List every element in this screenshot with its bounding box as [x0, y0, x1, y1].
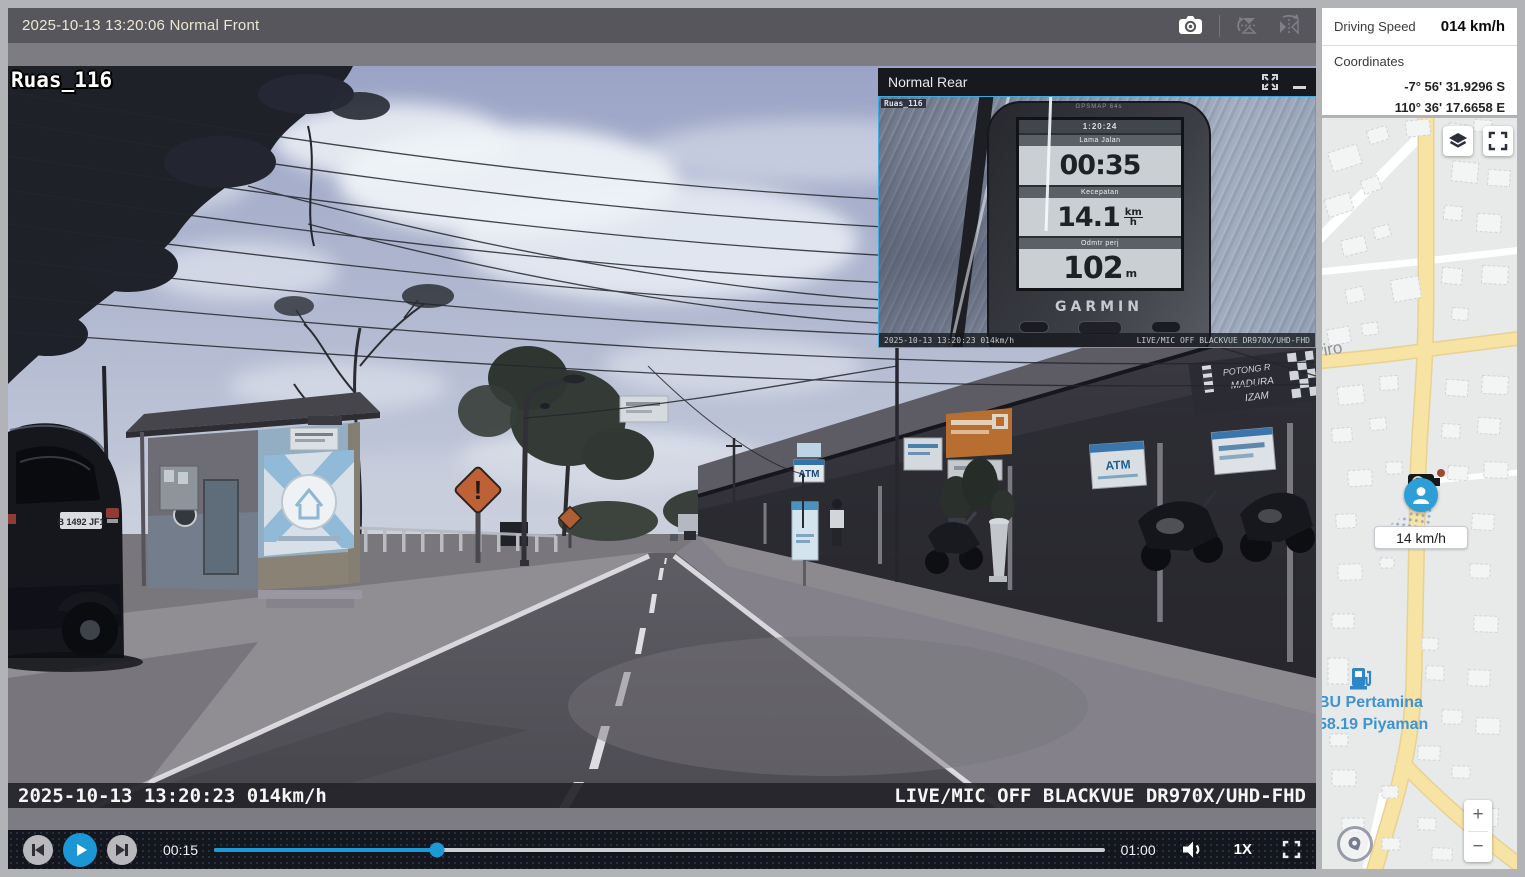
play-button[interactable]	[63, 833, 97, 867]
rear-pip-title: Normal Rear	[888, 74, 967, 90]
pip-minimize-button[interactable]	[1293, 86, 1306, 89]
layers-icon	[1447, 130, 1469, 152]
map-speed-badge: 14 km/h	[1374, 526, 1468, 549]
garmin-speed-value: 14.1	[1057, 202, 1120, 233]
rear-stamp-left: 2025-10-13 13:20:23 014km/h	[884, 336, 1014, 345]
rear-pip-window: Normal Rear	[878, 68, 1316, 348]
longitude-value: 110° 36' 17.6658 E	[1334, 97, 1505, 118]
garmin-odometer-label: Odmtr perj	[1019, 238, 1181, 249]
player-pane: 2025-10-13 13:20:06 Normal Front	[8, 8, 1316, 869]
progress-bar[interactable]	[214, 848, 1105, 852]
rear-road-label: Ruas_116	[881, 99, 926, 108]
garmin-brand-label: GARMIN	[989, 299, 1209, 315]
location-pin-icon	[1344, 833, 1365, 854]
driving-speed-label: Driving Speed	[1334, 19, 1416, 34]
garmin-screen: 1:20:24 Lama Jalan 00:35 Kecepatan 14.1	[1016, 117, 1184, 291]
warning-sign-text: !	[474, 475, 483, 505]
map-view[interactable]: viro	[1322, 118, 1517, 869]
garmin-trip-time-value: 00:35	[1060, 150, 1141, 181]
map-fullscreen-icon	[1487, 130, 1509, 152]
map-fullscreen-button[interactable]	[1483, 126, 1513, 156]
play-icon	[70, 840, 90, 860]
camera-icon	[1177, 14, 1204, 37]
pip-expand-button[interactable]	[1261, 73, 1279, 91]
flip-horizontal-icon	[1276, 13, 1302, 38]
toolbar-divider	[1219, 15, 1220, 37]
garmin-odometer-value: 102	[1063, 251, 1123, 286]
garmin-trip-time-label: Lama Jalan	[1019, 135, 1181, 146]
next-frame-icon	[113, 841, 131, 859]
garmin-status-time: 1:20:24	[1019, 120, 1181, 133]
latitude-value: -7° 56' 31.9296 S	[1334, 76, 1505, 97]
previous-frame-button[interactable]	[23, 835, 53, 865]
front-video[interactable]: ATM ATM	[8, 66, 1316, 808]
atm-sign-text-1: ATM	[799, 469, 820, 480]
driving-speed-value: 014 km/h	[1441, 18, 1505, 35]
volume-icon	[1182, 840, 1204, 859]
map-recenter-button[interactable]	[1337, 826, 1373, 862]
progress-thumb[interactable]	[429, 842, 444, 857]
poi-name-line1: BU Pertamina	[1322, 692, 1472, 714]
front-road-label: Ruas_116	[11, 68, 112, 92]
volume-button[interactable]	[1182, 840, 1204, 859]
video-title-bar: 2025-10-13 13:20:06 Normal Front	[8, 8, 1316, 43]
previous-frame-icon	[29, 841, 47, 859]
garmin-device: GPSMAP 64s 1:20:24 Lama Jalan 00:35 Kece…	[987, 101, 1211, 348]
flip-vertical-icon	[1235, 13, 1261, 38]
coordinates-label: Coordinates	[1334, 54, 1505, 69]
blackvue-viewer-window: 2025-10-13 13:20:06 Normal Front	[0, 0, 1525, 877]
fuel-station-icon	[1348, 664, 1376, 692]
map-poi-pertamina: BU Pertamina 58.19 Piyaman	[1322, 664, 1472, 736]
license-plate-text: B 1492 JF1	[57, 517, 104, 527]
flip-horizontal-button-disabled[interactable]	[1276, 13, 1302, 38]
zoom-out-button[interactable]: −	[1464, 832, 1492, 863]
rear-video-stamp: 2025-10-13 13:20:23 014km/h LIVE/MIC OFF…	[879, 333, 1315, 347]
expand-icon	[1261, 73, 1279, 91]
rear-stamp-right: LIVE/MIC OFF BLACKVUE DR970X/UHD-FHD	[1137, 336, 1310, 345]
card-divider	[1322, 45, 1517, 46]
telemetry-card: Driving Speed 014 km/h Coordinates -7° 5…	[1322, 8, 1517, 115]
flip-vertical-button-disabled[interactable]	[1235, 13, 1261, 38]
front-video-stamp: 2025-10-13 13:20:23 014km/h LIVE/MIC OFF…	[8, 783, 1316, 808]
map-zoom-control: + −	[1464, 800, 1492, 862]
zoom-in-button[interactable]: +	[1464, 800, 1492, 831]
fullscreen-icon	[1282, 840, 1301, 859]
front-stamp-left: 2025-10-13 13:20:23 014km/h	[18, 785, 327, 807]
playback-speed-button[interactable]: 1X	[1228, 840, 1258, 859]
garmin-odometer-unit: m	[1126, 267, 1137, 280]
current-time: 00:15	[163, 842, 198, 858]
map-layers-button[interactable]	[1443, 126, 1473, 156]
progress-fill	[214, 848, 437, 852]
player-controls: 00:15 01:00 1X	[8, 830, 1316, 869]
garmin-speed-label: Kecepatan	[1019, 187, 1181, 198]
video-title: 2025-10-13 13:20:06 Normal Front	[22, 17, 259, 34]
vehicle-location-marker[interactable]	[1404, 478, 1438, 512]
duration-time: 01:00	[1121, 842, 1156, 858]
garmin-model-label: GPSMAP 64s	[989, 104, 1209, 110]
person-icon	[1409, 483, 1433, 507]
side-panel: Driving Speed 014 km/h Coordinates -7° 5…	[1322, 8, 1517, 869]
rear-video[interactable]: GPSMAP 64s 1:20:24 Lama Jalan 00:35 Kece…	[878, 96, 1316, 348]
rear-pip-header[interactable]: Normal Rear	[878, 68, 1316, 96]
front-stamp-right: LIVE/MIC OFF BLACKVUE DR970X/UHD-FHD	[894, 785, 1306, 807]
capture-button[interactable]	[1177, 14, 1204, 37]
atm-sign-text-2: ATM	[1105, 457, 1131, 473]
next-frame-button[interactable]	[107, 835, 137, 865]
poi-name-line2: 58.19 Piyaman	[1322, 714, 1472, 736]
garmin-speed-unit: km h	[1124, 208, 1143, 227]
fullscreen-button[interactable]	[1282, 840, 1301, 859]
